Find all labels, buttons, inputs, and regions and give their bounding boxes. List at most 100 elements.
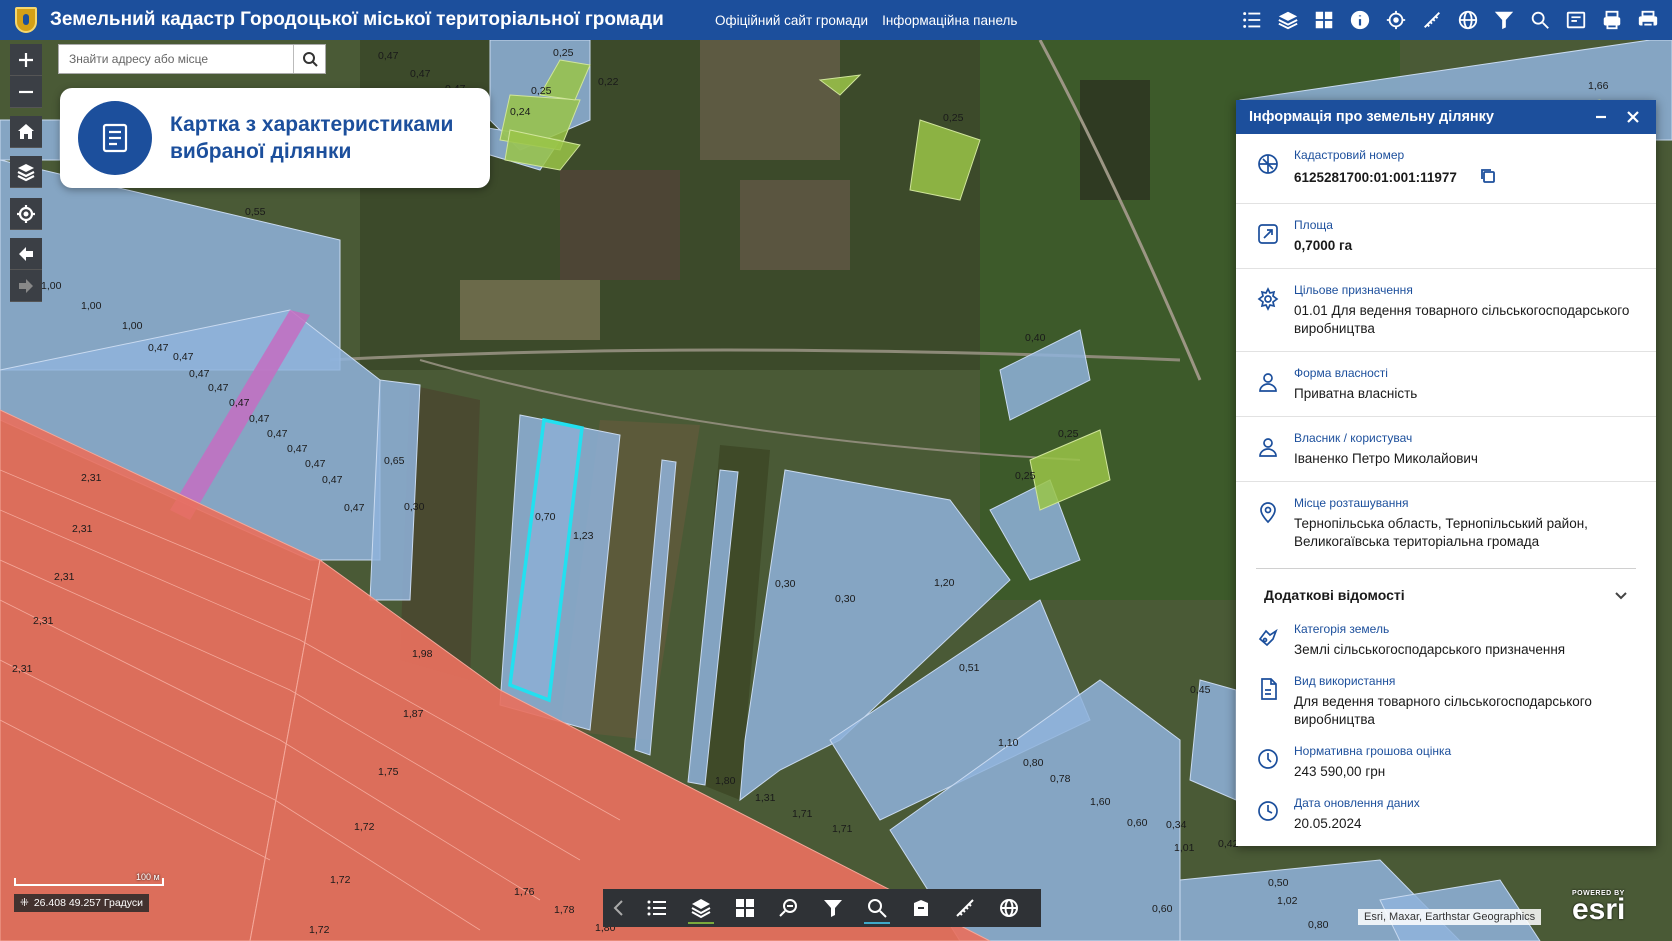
valuation-value: 243 590,00 грн [1294, 764, 1386, 779]
parcel-label: 0,47 [189, 368, 210, 380]
parcel-info-panel: Інформація про земельну ділянку Кадастро… [1236, 100, 1656, 846]
parcel-label: 1,02 [1277, 895, 1298, 907]
parcel-label: 1,00 [122, 320, 143, 332]
parcel-label: 0,60 [1152, 903, 1173, 915]
chevron-down-icon [1615, 592, 1627, 600]
chevron-left-icon[interactable] [603, 889, 635, 927]
history-controls [10, 238, 42, 302]
parcel-label: 2,31 [12, 663, 33, 675]
parcel-label: 1,78 [554, 904, 575, 916]
parcel-label: 1,75 [378, 766, 399, 778]
list-icon[interactable] [635, 889, 679, 927]
forward-button[interactable] [10, 270, 42, 302]
purpose-icon [1256, 287, 1280, 311]
parcel-label: 1,01 [1174, 842, 1195, 854]
user-icon [1256, 370, 1280, 394]
list-icon[interactable] [1234, 2, 1270, 38]
dashboard-link[interactable]: Інформаційна панель [882, 13, 1017, 28]
cadastral-label: Кадастровий номер [1294, 148, 1405, 162]
back-button[interactable] [10, 238, 42, 270]
purpose-row: Цільове призначення 01.01 Для ведення то… [1236, 269, 1656, 352]
grid-icon[interactable] [723, 889, 767, 927]
ownership-label: Форма власності [1294, 366, 1388, 380]
document-icon [78, 101, 152, 175]
minimize-icon[interactable] [1590, 106, 1612, 128]
parcel-label: 0,25 [553, 47, 574, 59]
grid-icon[interactable] [1306, 2, 1342, 38]
parcel-label: 1,72 [354, 821, 375, 833]
area-icon [1256, 222, 1280, 246]
parcel-label: 0,55 [245, 206, 266, 218]
parcel-label: 0,47 [287, 443, 308, 455]
category-row: Категорія земель Землі сільськогосподарс… [1236, 613, 1656, 665]
zoom-in-button[interactable] [10, 44, 42, 76]
parcel-label: 1,98 [412, 648, 433, 660]
parcel-label: 0,65 [384, 455, 405, 467]
close-icon[interactable] [1622, 106, 1644, 128]
layers-button[interactable] [10, 156, 42, 188]
additional-info-toggle[interactable]: Додаткові відомості [1256, 568, 1636, 613]
parcel-label: 1,72 [309, 924, 330, 936]
cadastral-value[interactable]: 6125281700:01:001:11977 [1294, 167, 1636, 190]
parcel-label: 0,30 [775, 578, 796, 590]
owner-value: Іваненко Петро Миколайович [1294, 451, 1478, 466]
print-icon[interactable] [1594, 2, 1630, 38]
usage-value: Для ведення товарного сільськогосподарсь… [1294, 694, 1592, 727]
zoom-search-icon[interactable] [1522, 2, 1558, 38]
globe-icon[interactable] [987, 889, 1031, 927]
panel-title: Інформація про земельну ділянку [1249, 109, 1494, 125]
parcel-label: 0,70 [535, 511, 556, 523]
parcel-label: 1,23 [573, 530, 594, 542]
parcel-label: 0,47 [229, 397, 250, 409]
parcel-label: 0,47 [267, 428, 288, 440]
zoom-search-icon[interactable] [767, 889, 811, 927]
map-attribution: Esri, Maxar, Earthstar Geographics [1358, 909, 1542, 925]
community-site-link[interactable]: Офіційний сайт громади [715, 13, 868, 28]
parcel-label: 2,31 [33, 615, 54, 627]
measure-icon[interactable] [1414, 2, 1450, 38]
scale-text: 100 м [136, 872, 160, 882]
parcel-label: 1,76 [514, 886, 535, 898]
filter-icon[interactable] [811, 889, 855, 927]
zoom-out-button[interactable] [10, 76, 42, 108]
usage-row: Вид використання Для ведення товарного с… [1236, 665, 1656, 735]
parcel-label: 0,25 [531, 85, 552, 97]
area-row: Площа 0,7000 га [1236, 204, 1656, 269]
filter-icon[interactable] [1486, 2, 1522, 38]
parcel-label: 0,34 [1166, 819, 1187, 831]
layers-icon[interactable] [679, 889, 723, 927]
updated-row: Дата оновлення даних 20.05.2024 [1236, 787, 1656, 839]
parcel-label: 1,00 [41, 280, 62, 292]
area-label: Площа [1294, 218, 1333, 232]
esri-logo: POWERED BY esri [1572, 890, 1626, 926]
print-map-icon[interactable] [899, 889, 943, 927]
coordinate-text: 26.408 49.257 Градуси [33, 897, 144, 909]
parcel-label: 0,47 [410, 68, 431, 80]
search-icon[interactable] [855, 889, 899, 927]
printer-icon[interactable] [1630, 2, 1666, 38]
search-button[interactable] [293, 45, 325, 73]
print-map-icon[interactable] [1558, 2, 1594, 38]
valuation-icon [1256, 747, 1280, 771]
measure-icon[interactable] [943, 889, 987, 927]
parcel-label: 0,24 [510, 106, 531, 118]
parcel-card-banner: Картка з характеристиками вибраної ділян… [60, 88, 490, 188]
locate-icon[interactable] [1378, 2, 1414, 38]
parcel-label: 0,30 [404, 501, 425, 513]
globe-icon[interactable] [1450, 2, 1486, 38]
parcel-label: 0,47 [344, 502, 365, 514]
home-button[interactable] [10, 116, 42, 148]
info-icon[interactable] [1342, 2, 1378, 38]
valuation-row: Нормативна грошова оцінка 243 590,00 грн [1236, 735, 1656, 787]
layers-icon[interactable] [1270, 2, 1306, 38]
search-input[interactable] [59, 45, 293, 73]
coat-of-arms-logo [12, 5, 40, 35]
coordinate-readout[interactable]: ⁜ 26.408 49.257 Градуси [14, 894, 150, 912]
parcel-label: 2,31 [54, 571, 75, 583]
updated-value: 20.05.2024 [1294, 816, 1362, 831]
locate-button[interactable] [10, 198, 42, 230]
esri-name: esri [1572, 893, 1626, 926]
parcel-label: 1,71 [792, 808, 813, 820]
copy-icon[interactable] [1479, 167, 1497, 190]
parcel-label: 1,60 [1090, 796, 1111, 808]
